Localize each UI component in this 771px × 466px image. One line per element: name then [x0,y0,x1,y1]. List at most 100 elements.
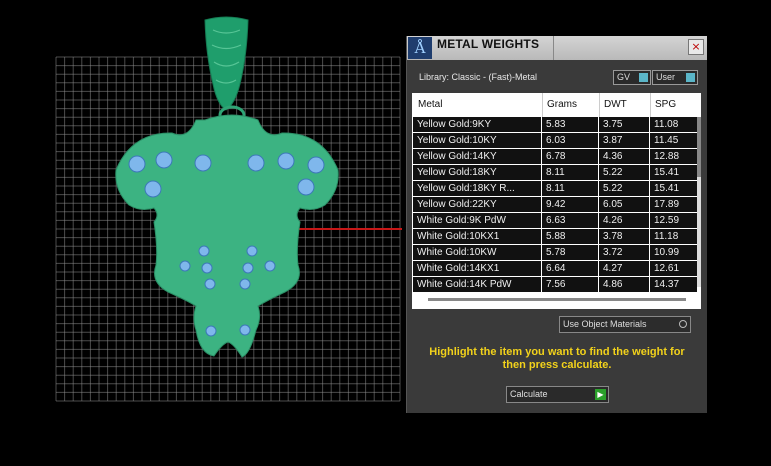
cell-metal: White Gold:9K PdW [413,213,541,228]
table-row[interactable]: Yellow Gold:22KY 9.42 6.05 17.89 [412,197,697,213]
table-row[interactable]: White Gold:14K PdW 7.56 4.86 14.37 [412,277,697,293]
cell-spg: 11.45 [650,133,697,148]
cell-spg: 17.89 [650,197,697,212]
cell-grams: 7.56 [542,277,598,292]
cell-grams: 5.88 [542,229,598,244]
app-logo-icon: Å [408,37,432,59]
pendant-bail [204,16,249,111]
cell-dwt: 4.86 [599,277,649,292]
cell-metal: Yellow Gold:10KY [413,133,541,148]
instructions-text: Highlight the item you want to find the … [429,346,685,371]
cell-dwt: 4.26 [599,213,649,228]
gem-stone [194,154,212,172]
table-header: Metal Grams DWT SPG [412,93,701,117]
cell-metal: White Gold:14K PdW [413,277,541,292]
pendant-body [115,114,339,358]
gem-stone [179,260,191,272]
table-row[interactable]: Yellow Gold:18KY R... 8.11 5.22 15.41 [412,181,697,197]
user-toggle[interactable]: User [652,70,698,85]
gem-stone [201,262,213,274]
panel-header: Å METAL WEIGHTS × [407,36,707,60]
cell-metal: White Gold:10KX1 [413,229,541,244]
cell-grams: 8.11 [542,181,598,196]
calculate-button-label: Calculate [510,389,548,399]
gem-stone [144,180,162,198]
metal-weights-panel: Å METAL WEIGHTS × Library: Classic - (Fa… [406,36,707,413]
title-divider [553,36,554,60]
cell-metal: Yellow Gold:14KY [413,149,541,164]
cell-spg: 12.59 [650,213,697,228]
gem-stone [239,278,251,290]
cell-spg: 12.61 [650,261,697,276]
gem-stone [307,156,325,174]
vertical-scroll-thumb[interactable] [697,117,701,177]
panel-title: METAL WEIGHTS [437,37,540,51]
cell-dwt: 5.22 [599,181,649,196]
cell-spg: 10.99 [650,245,697,260]
gem-stone [204,278,216,290]
gv-toggle-label: GV [617,72,631,82]
material-select-label: Use Object Materials [563,319,647,329]
cell-grams: 6.63 [542,213,598,228]
table-row[interactable]: Yellow Gold:14KY 6.78 4.36 12.88 [412,149,697,165]
column-header-dwt[interactable]: DWT [604,99,627,110]
horizontal-scrollbar[interactable] [428,298,686,301]
gem-stone [128,155,146,173]
gem-stone [277,152,295,170]
cell-spg: 15.41 [650,165,697,180]
toggle-switch-icon [639,73,648,82]
close-icon[interactable]: × [688,39,704,55]
table-row[interactable]: White Gold:10KX1 5.88 3.78 11.18 [412,229,697,245]
column-header-metal[interactable]: Metal [418,99,442,110]
cell-spg: 12.88 [650,149,697,164]
cell-metal: Yellow Gold:18KY R... [413,181,541,196]
table-row[interactable]: White Gold:10KW 5.78 3.72 10.99 [412,245,697,261]
cell-dwt: 5.22 [599,165,649,180]
column-header-grams[interactable]: Grams [547,99,577,110]
gem-stone [198,245,210,257]
cell-dwt: 4.36 [599,149,649,164]
vertical-scrollbar[interactable] [697,117,701,287]
gem-stone [246,245,258,257]
metal-table[interactable]: Metal Grams DWT SPG Yellow Gold:9KY 5.83 3… [412,93,701,309]
table-row[interactable]: Yellow Gold:18KY 8.11 5.22 15.41 [412,165,697,181]
gv-toggle[interactable]: GV [613,70,651,85]
cell-spg: 11.18 [650,229,697,244]
gem-stone [264,260,276,272]
table-row[interactable]: Yellow Gold:10KY 6.03 3.87 11.45 [412,133,697,149]
cell-spg: 14.37 [650,277,697,292]
cell-dwt: 3.72 [599,245,649,260]
gem-stone [155,151,173,169]
cell-grams: 6.78 [542,149,598,164]
library-label: Library: Classic - (Fast)-Metal [419,72,538,82]
gem-stone [297,178,315,196]
table-row[interactable]: White Gold:14KX1 6.64 4.27 12.61 [412,261,697,277]
cell-dwt: 3.87 [599,133,649,148]
gem-stone [239,324,251,336]
cell-metal: White Gold:10KW [413,245,541,260]
gem-stone [247,154,265,172]
radio-knob-icon [679,320,687,328]
cell-grams: 6.03 [542,133,598,148]
cell-grams: 5.83 [542,117,598,132]
table-row[interactable]: White Gold:9K PdW 6.63 4.26 12.59 [412,213,697,229]
cell-grams: 9.42 [542,197,598,212]
cell-spg: 11.08 [650,117,697,132]
cell-metal: Yellow Gold:18KY [413,165,541,180]
column-header-spg[interactable]: SPG [655,99,676,110]
gem-stone [242,262,254,274]
table-rows: Yellow Gold:9KY 5.83 3.75 11.08 Yellow Gold:… [412,117,697,293]
cell-dwt: 3.75 [599,117,649,132]
material-select[interactable]: Use Object Materials [559,316,691,333]
cell-metal: Yellow Gold:9KY [413,117,541,132]
cell-dwt: 6.05 [599,197,649,212]
gem-stone [205,325,217,337]
cell-metal: Yellow Gold:22KY [413,197,541,212]
cell-spg: 15.41 [650,181,697,196]
user-toggle-label: User [656,72,676,82]
cell-grams: 5.78 [542,245,598,260]
calculate-button[interactable]: Calculate ▶ [506,386,609,403]
cell-dwt: 3.78 [599,229,649,244]
table-row[interactable]: Yellow Gold:9KY 5.83 3.75 11.08 [412,117,697,133]
cell-grams: 8.11 [542,165,598,180]
